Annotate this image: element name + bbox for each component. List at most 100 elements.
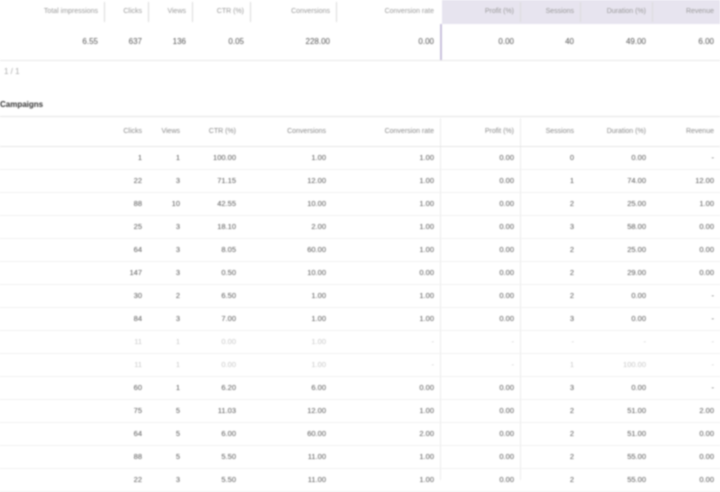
table-cell: 5 bbox=[175, 452, 180, 461]
summary-col-header[interactable]: CTR (%) bbox=[192, 0, 250, 24]
table-row[interactable]: 25 3 18.10 2.00 1.00 0.00 3 58.00 0.00 bbox=[0, 216, 720, 239]
table-cell: 10.00 bbox=[307, 268, 326, 277]
summary-col-header[interactable]: Conversion rate bbox=[336, 0, 440, 24]
table-row[interactable]: 60 1 6.20 6.00 0.00 0.00 3 0.00 - bbox=[0, 377, 720, 400]
table-cell: - bbox=[643, 337, 647, 346]
table-cell: 1.00 bbox=[419, 475, 434, 484]
summary-value: 136 bbox=[172, 37, 186, 46]
table-row[interactable]: 84 3 7.00 1.00 1.00 0.00 3 0.00 - bbox=[0, 308, 720, 331]
table-cell: - bbox=[711, 314, 715, 323]
column-header[interactable]: Duration (%) bbox=[580, 118, 652, 146]
summary-value: 49.00 bbox=[625, 37, 646, 46]
summary-col-header[interactable]: Views bbox=[148, 0, 192, 24]
column-header[interactable]: Clicks bbox=[100, 118, 148, 146]
summary-col-header[interactable]: Sessions bbox=[520, 0, 580, 24]
table-cell: 10 bbox=[171, 199, 180, 208]
table-cell: 2.00 bbox=[699, 406, 714, 415]
table-cell: 0.00 bbox=[699, 429, 714, 438]
table-row[interactable]: 11 1 0.00 1.00- -1 100.00- bbox=[0, 354, 720, 377]
column-header[interactable]: Sessions bbox=[520, 118, 580, 146]
table-cell: 0.00 bbox=[499, 406, 514, 415]
table-cell: 0.00 bbox=[699, 452, 714, 461]
table-row[interactable]: 30 2 6.50 1.00 1.00 0.00 2 0.00 - bbox=[0, 285, 720, 308]
column-header[interactable]: Profit (%) bbox=[440, 118, 520, 146]
table-cell: 25.00 bbox=[627, 199, 646, 208]
table-row[interactable]: 64 3 8.05 60.00 1.00 0.00 2 25.00 0.00 bbox=[0, 239, 720, 262]
table-cell: 1.00 bbox=[311, 337, 326, 346]
column-divider bbox=[192, 2, 193, 22]
table-cell: 0.00 bbox=[499, 199, 514, 208]
table-cell: 7.00 bbox=[221, 314, 236, 323]
table-cell: 64 bbox=[133, 245, 142, 254]
summary-col-header[interactable]: Conversions bbox=[250, 0, 336, 24]
table-row[interactable]: 88 5 5.50 11.00 1.00 0.00 2 55.00 0.00 bbox=[0, 446, 720, 469]
table-cell: 3 bbox=[569, 383, 574, 392]
table-cell: 2 bbox=[569, 268, 574, 277]
column-header[interactable]: CTR (%) bbox=[186, 118, 242, 146]
table-cell: 1.00 bbox=[419, 406, 434, 415]
table-cell: 100.00 bbox=[623, 360, 646, 369]
table-cell: 55.00 bbox=[627, 475, 646, 484]
table-cell: 3 bbox=[175, 314, 180, 323]
table-cell: 25 bbox=[133, 222, 142, 231]
table-cell: 0.00 bbox=[499, 452, 514, 461]
summary-totals-row: 6.55 637 136 0.05 228.00 0.00 0.00 40 49… bbox=[0, 24, 720, 61]
table-cell: 2 bbox=[569, 429, 574, 438]
summary-value: 40 bbox=[565, 37, 574, 46]
table-cell: 3 bbox=[175, 245, 180, 254]
summary-col-header[interactable]: Profit (%) bbox=[442, 0, 520, 24]
table-cell: 12.00 bbox=[307, 176, 326, 185]
summary-value: 228.00 bbox=[305, 37, 330, 46]
table-cell: 1.00 bbox=[419, 176, 434, 185]
summary-col-header[interactable]: Total impressions bbox=[0, 0, 104, 24]
table-cell: 0.00 bbox=[221, 337, 236, 346]
table-cell: 18.10 bbox=[217, 222, 236, 231]
table-row[interactable]: 11 1 0.00 1.00- - - - - bbox=[0, 331, 720, 354]
table-cell: 11.03 bbox=[217, 406, 236, 415]
table-cell: 5.50 bbox=[221, 475, 236, 484]
column-header[interactable]: Conversions bbox=[242, 118, 332, 146]
table-row[interactable]: 1 1 100.00 1.00 1.00 0.00 0 0.00 - bbox=[0, 147, 720, 170]
summary-value: 0.05 bbox=[228, 37, 244, 46]
table-cell: 6.20 bbox=[221, 383, 236, 392]
table-cell: 25.00 bbox=[627, 245, 646, 254]
table-row[interactable]: 88 10 42.55 10.00 1.00 0.00 2 25.00 1.00 bbox=[0, 193, 720, 216]
table-cell: 0.00 bbox=[699, 222, 714, 231]
table-cell: 0.00 bbox=[631, 314, 646, 323]
pagination-label[interactable]: 1 / 1 bbox=[0, 64, 20, 80]
table-row[interactable]: 64 5 6.00 60.00 2.00 0.00 2 51.00 0.00 bbox=[0, 423, 720, 446]
column-divider bbox=[336, 2, 337, 22]
column-header[interactable]: Conversion rate bbox=[332, 118, 440, 146]
table-cell: 3 bbox=[569, 222, 574, 231]
table-cell: - bbox=[711, 153, 715, 162]
table-row[interactable]: 22 3 5.50 11.00 1.00 0.00 2 55.00 0.00 bbox=[0, 469, 720, 492]
table-cell: 0.00 bbox=[499, 268, 514, 277]
table-cell: 51.00 bbox=[627, 406, 646, 415]
table-row[interactable]: 22 3 71.15 12.00 1.00 0.00 1 74.00 12.00 bbox=[0, 170, 720, 193]
table-cell: 60 bbox=[133, 383, 142, 392]
table-cell: 2 bbox=[569, 406, 574, 415]
table-cell: 1.00 bbox=[311, 314, 326, 323]
column-divider bbox=[148, 2, 149, 22]
column-header[interactable]: Views bbox=[148, 118, 186, 146]
table-cell: 2 bbox=[175, 291, 180, 300]
table-cell: 88 bbox=[133, 199, 142, 208]
summary-header: Total impressions Clicks Views CTR (%) C… bbox=[0, 0, 720, 24]
summary-col-header[interactable]: Duration (%) bbox=[580, 0, 652, 24]
table-row[interactable]: 75 5 11.03 12.00 1.00 0.00 2 51.00 2.00 bbox=[0, 400, 720, 423]
table-cell: 0.00 bbox=[499, 245, 514, 254]
table-cell: 1.00 bbox=[419, 222, 434, 231]
table-cell: 55.00 bbox=[627, 452, 646, 461]
table-cell: 0.00 bbox=[699, 475, 714, 484]
column-divider bbox=[580, 2, 581, 22]
table-cell: 6.00 bbox=[221, 429, 236, 438]
column-header[interactable]: Revenue bbox=[652, 118, 720, 146]
summary-col-header[interactable]: Revenue bbox=[652, 0, 720, 24]
table-cell: - bbox=[571, 337, 575, 346]
table-row[interactable]: 147 3 0.50 10.00 0.00 0.00 2 29.00 0.00 bbox=[0, 262, 720, 285]
table-header: Clicks Views CTR (%) Conversions Convers… bbox=[0, 118, 720, 147]
summary-col-header[interactable]: Clicks bbox=[104, 0, 148, 24]
table-cell: 1 bbox=[137, 153, 142, 162]
table-cell: 88 bbox=[133, 452, 142, 461]
table-cell: 0.00 bbox=[221, 360, 236, 369]
